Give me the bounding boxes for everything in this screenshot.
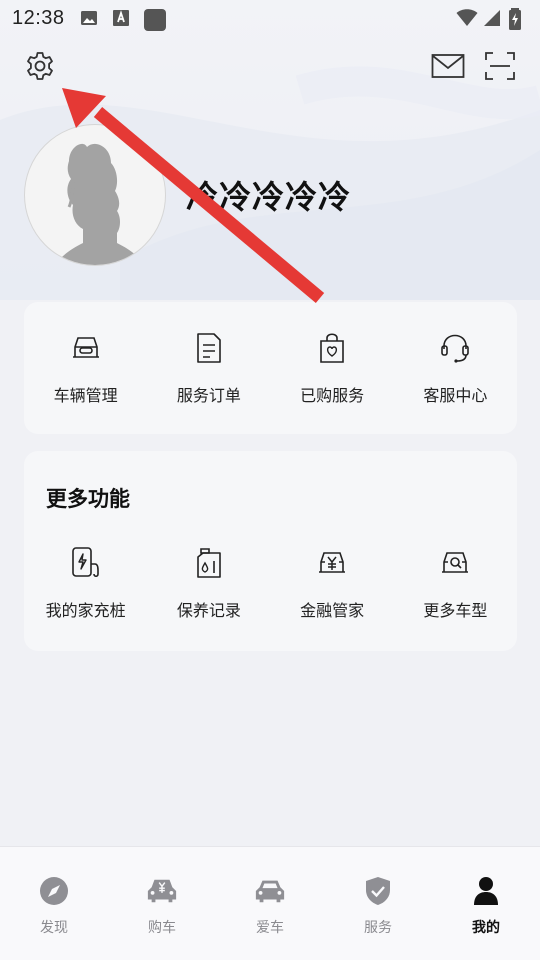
nav-my-car-label: 爱车	[256, 920, 284, 936]
services-card: 车辆管理 服务订单 已购服务 客服中心	[24, 302, 517, 434]
avatar-silhouette-icon	[56, 143, 144, 265]
nav-buy-car-label: 购车	[148, 920, 176, 936]
oil-can-icon	[191, 545, 227, 581]
shield-check-icon	[362, 875, 394, 907]
bottom-nav: 发现 购车 爱车 服务 我的	[0, 846, 540, 960]
nav-buy-car[interactable]: 购车	[108, 847, 216, 960]
image-icon	[79, 8, 99, 28]
shopping-bag-icon	[314, 330, 350, 366]
gear-icon	[24, 50, 56, 86]
nav-mine-label: 我的	[472, 920, 500, 936]
car-icon	[254, 875, 286, 907]
finance-manager-button[interactable]: 金融管家	[271, 545, 394, 621]
home-charger-label: 我的家充桩	[45, 601, 126, 620]
home-charger-button[interactable]: 我的家充桩	[24, 545, 147, 621]
purchased-services-button[interactable]: 已购服务	[271, 330, 394, 406]
mail-button[interactable]	[428, 48, 468, 88]
username[interactable]: 冷冷冷冷冷	[186, 172, 351, 218]
maintenance-records-button[interactable]: 保养记录	[147, 545, 270, 621]
maintenance-records-label: 保养记录	[176, 601, 241, 620]
mail-icon	[431, 53, 465, 83]
customer-service-button[interactable]: 客服中心	[394, 330, 517, 406]
car-front-icon	[68, 330, 104, 366]
purchased-services-label: 已购服务	[300, 386, 365, 405]
nav-discover-label: 发现	[40, 920, 68, 936]
avatar[interactable]	[24, 124, 166, 266]
service-orders-button[interactable]: 服务订单	[147, 330, 270, 406]
more-models-label: 更多车型	[423, 601, 488, 620]
compass-icon	[38, 875, 70, 907]
nav-discover[interactable]: 发现	[0, 847, 108, 960]
nav-service-label: 服务	[364, 920, 392, 936]
more-models-button[interactable]: 更多车型	[394, 545, 517, 621]
signal-icon	[482, 8, 502, 28]
top-actions	[0, 48, 540, 88]
more-functions-card: 更多功能 我的家充桩 保养记录 金融管家 更多车型	[24, 451, 517, 651]
finance-manager-label: 金融管家	[300, 601, 365, 620]
car-yuan-icon	[314, 545, 350, 581]
nav-service[interactable]: 服务	[324, 847, 432, 960]
battery-charging-icon	[508, 8, 528, 30]
charger-icon	[68, 545, 104, 581]
scan-button[interactable]	[480, 48, 520, 88]
customer-service-label: 客服中心	[423, 386, 488, 405]
app-square-icon	[143, 8, 166, 31]
car-buy-icon	[146, 875, 178, 907]
settings-button[interactable]	[20, 48, 60, 88]
wifi-icon	[456, 8, 478, 28]
status-time: 12:38	[12, 6, 65, 29]
status-bar: 12:38	[0, 0, 540, 36]
font-icon	[111, 8, 131, 28]
car-search-icon	[437, 545, 473, 581]
document-icon	[191, 330, 227, 366]
vehicle-management-button[interactable]: 车辆管理	[24, 330, 147, 406]
scan-icon	[484, 51, 516, 85]
vehicle-management-label: 车辆管理	[53, 386, 118, 405]
nav-my-car[interactable]: 爱车	[216, 847, 324, 960]
service-orders-label: 服务订单	[176, 386, 241, 405]
section-title: 更多功能	[46, 487, 130, 511]
nav-mine[interactable]: 我的	[432, 847, 540, 960]
headset-icon	[437, 330, 473, 366]
person-icon	[470, 875, 502, 907]
